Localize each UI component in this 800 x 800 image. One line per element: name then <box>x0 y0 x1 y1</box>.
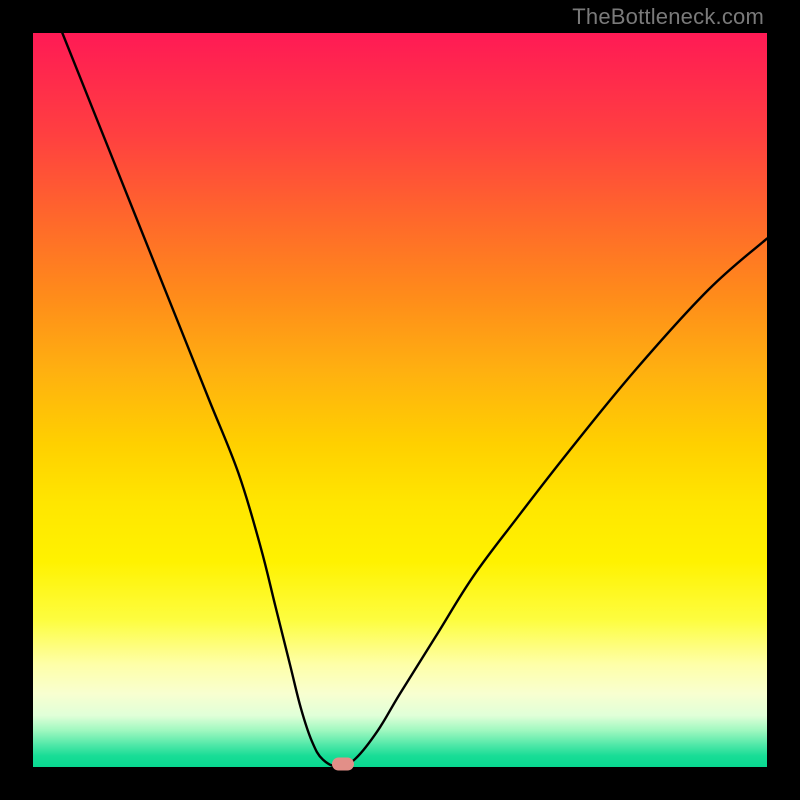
optimal-marker <box>332 758 354 771</box>
plot-area <box>33 33 767 767</box>
watermark-text: TheBottleneck.com <box>572 4 764 30</box>
bottleneck-curve <box>33 33 767 767</box>
chart-frame: TheBottleneck.com <box>0 0 800 800</box>
